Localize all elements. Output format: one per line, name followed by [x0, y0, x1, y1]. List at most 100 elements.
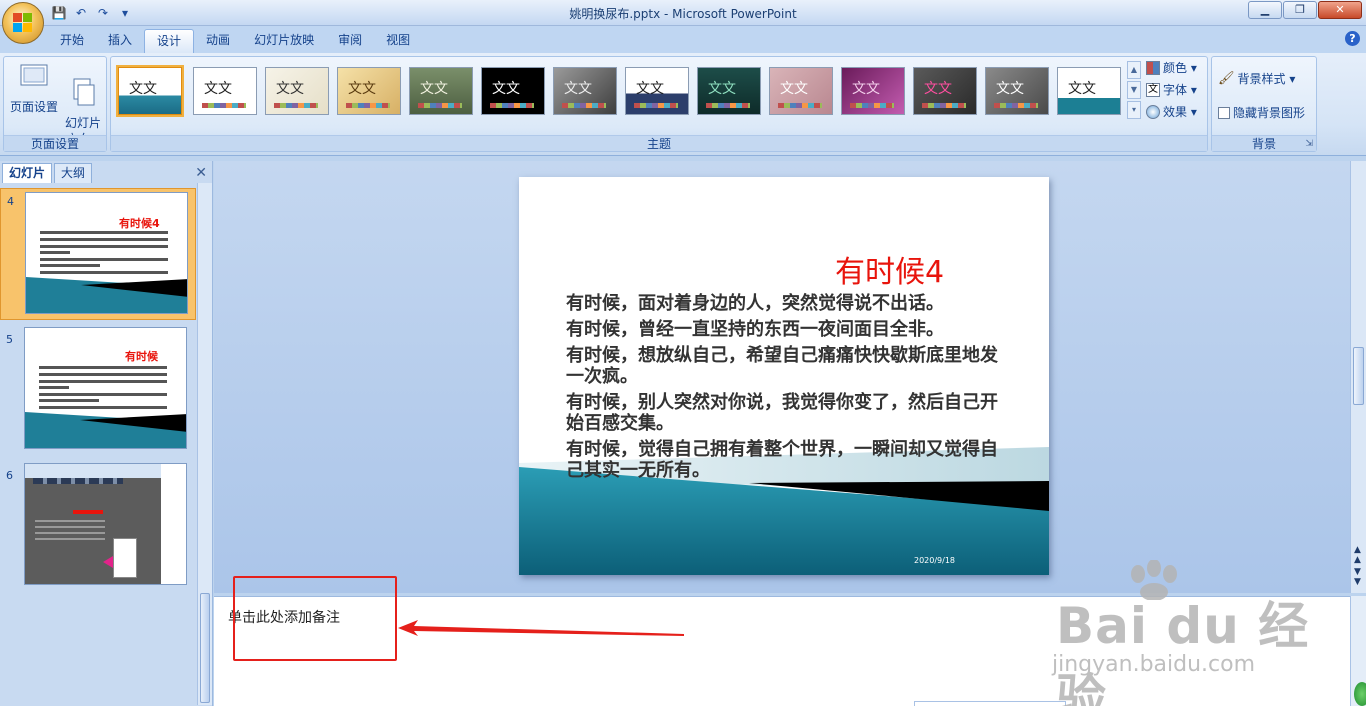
prev-slide-icon[interactable]: ▲ [1354, 545, 1361, 555]
tab-review[interactable]: 审阅 [326, 29, 374, 53]
theme-color-bar [634, 103, 678, 108]
theme-tile-text: 文文 [852, 81, 880, 97]
page-setup-button[interactable]: 页面设置 [8, 61, 60, 115]
current-slide[interactable]: 有时候4 有时候，面对着身边的人，突然觉得说不出话。 有时候，曾经一直坚持的东西… [519, 177, 1049, 575]
theme-tile-13[interactable]: 文文 [985, 67, 1049, 115]
theme-color-bar [922, 103, 966, 108]
slide-thumbnail-preview: 有时候 [24, 327, 187, 449]
theme-tile-3[interactable]: 文文 [265, 67, 329, 115]
slide-bullet: 有时候，别人突然对你说，我觉得你变了，然后自己开始百感交集。 [566, 392, 998, 434]
theme-tile-text: 文文 [924, 81, 952, 97]
theme-effects-button[interactable]: 效果 ▾ [1146, 102, 1197, 122]
slide-thumbnail[interactable]: 6 [0, 463, 196, 595]
tab-view[interactable]: 视图 [374, 29, 422, 53]
tab-slideshow[interactable]: 幻灯片放映 [242, 29, 326, 53]
gallery-up-icon[interactable]: ▲ [1127, 61, 1141, 79]
theme-tile-9[interactable]: 文文 [697, 67, 761, 115]
theme-colors-button[interactable]: 颜色 ▾ [1146, 58, 1197, 78]
effects-icon [1146, 105, 1160, 119]
thumbnail-wave [25, 412, 186, 448]
group-themes: 文文 文文 文文 文文 文文 文文 文文 文文 文文 文文 文文 文文 文文 文… [110, 56, 1208, 152]
gallery-down-icon[interactable]: ▼ [1127, 81, 1141, 99]
tab-slides[interactable]: 幻灯片 [2, 163, 53, 183]
slide-orientation-icon [73, 78, 95, 106]
group-background: 🖌 背景样式 ▾ 隐藏背景图形 背景 ⇲ [1211, 56, 1317, 152]
hide-background-graphics-checkbox[interactable]: 隐藏背景图形 [1218, 103, 1305, 123]
theme-color-bar [346, 103, 390, 108]
theme-tile-text: 文文 [129, 81, 157, 97]
notes-bottom-tab [914, 701, 1066, 706]
group-label-page-setup: 页面设置 [4, 135, 106, 151]
panel-tabs: 幻灯片 大纲 ✕ [0, 163, 213, 183]
group-page-setup: 页面设置 幻灯片 方向 ▾ 页面设置 [3, 56, 107, 152]
tab-home[interactable]: 开始 [48, 29, 96, 53]
theme-tile-5[interactable]: 文文 [409, 67, 473, 115]
help-icon[interactable]: ? [1345, 31, 1360, 46]
scroll-thumb[interactable] [200, 593, 210, 703]
window-controls: ▁ ❐ ✕ [1247, 1, 1362, 19]
slide-thumbnail-preview [24, 463, 187, 585]
theme-tile-2[interactable]: 文文 [193, 67, 257, 115]
slide-number: 4 [7, 195, 14, 208]
slide-bullet: 有时候，觉得自己拥有着整个世界，一瞬间却又觉得自己其实一无所有。 [566, 439, 998, 481]
slide-number: 6 [6, 469, 13, 482]
group-label-themes: 主题 [111, 135, 1207, 151]
notes-scrollbar[interactable] [1350, 596, 1366, 706]
theme-tile-text: 文文 [996, 81, 1024, 97]
thumbnail-ribbon [25, 464, 161, 478]
slide-thumbnail[interactable]: 4 有时候4 [0, 188, 196, 320]
thumbnail-gallery [33, 478, 123, 484]
hide-background-graphics-label: 隐藏背景图形 [1233, 106, 1306, 120]
next-slide-icon[interactable]: ▼ [1354, 567, 1361, 577]
gallery-more-icon[interactable]: ▾ [1127, 101, 1141, 119]
theme-color-bar [274, 103, 318, 108]
slides-panel-scrollbar[interactable] [197, 183, 212, 705]
theme-tile-text: 文文 [636, 81, 664, 97]
ribbon: 页面设置 幻灯片 方向 ▾ 页面设置 文文 文文 文文 文文 文文 [0, 53, 1366, 156]
slide-body-text[interactable]: 有时候，面对着身边的人，突然觉得说不出话。 有时候，曾经一直坚持的东西一夜间面目… [566, 293, 1006, 486]
theme-tile-10[interactable]: 文文 [769, 67, 833, 115]
slide-vertical-scrollbar[interactable]: ▲ ▲ ▼ ▼ [1350, 161, 1366, 593]
scroll-thumb[interactable] [1353, 347, 1364, 405]
fonts-label: 字体 ▾ [1163, 83, 1197, 97]
theme-tile-office[interactable]: 文文 [116, 65, 184, 117]
theme-tile-8[interactable]: 文文 [625, 67, 689, 115]
page-setup-label: 页面设置 [9, 100, 58, 114]
theme-tile-14[interactable]: 文文 [1057, 67, 1121, 115]
slide-thumbnail-preview: 有时候4 [25, 192, 188, 314]
tab-insert[interactable]: 插入 [96, 29, 144, 53]
close-icon[interactable]: ✕ [195, 165, 207, 181]
theme-fonts-button[interactable]: 文 字体 ▾ [1146, 80, 1197, 100]
theme-tile-11[interactable]: 文文 [841, 67, 905, 115]
maximize-button[interactable]: ❐ [1283, 1, 1317, 19]
theme-tile-4[interactable]: 文文 [337, 67, 401, 115]
prev-slide-icon-2[interactable]: ▲ [1354, 555, 1361, 565]
title-bar: 💾 ↶ ↷ ▾ 姚明换尿布.pptx - Microsoft PowerPoin… [0, 0, 1366, 26]
background-styles-button[interactable]: 🖌 背景样式 ▾ [1218, 69, 1295, 89]
office-button[interactable] [2, 2, 44, 44]
tab-animations[interactable]: 动画 [194, 29, 242, 53]
theme-tile-6[interactable]: 文文 [481, 67, 545, 115]
theme-tile-text: 文文 [420, 81, 448, 97]
tab-design[interactable]: 设计 [144, 29, 195, 53]
theme-color-bar [850, 103, 894, 108]
theme-tile-text: 文文 [564, 81, 592, 97]
minimize-button[interactable]: ▁ [1248, 1, 1282, 19]
theme-tile-12[interactable]: 文文 [913, 67, 977, 115]
theme-tile-7[interactable]: 文文 [553, 67, 617, 115]
dialog-launcher-icon[interactable]: ⇲ [1305, 139, 1313, 149]
status-badge-icon [1354, 682, 1366, 706]
tab-outline[interactable]: 大纲 [54, 163, 93, 183]
thumbnail-title: 有时候4 [119, 217, 160, 230]
slide-title[interactable]: 有时候4 [835, 247, 944, 291]
thumbnail-red-title [73, 510, 103, 514]
theme-tile-text: 文文 [708, 81, 736, 97]
theme-color-bar [994, 103, 1038, 108]
annotation-arrow-icon [398, 620, 684, 636]
theme-tile-text: 文文 [204, 81, 232, 97]
theme-color-bar [490, 103, 534, 108]
close-button[interactable]: ✕ [1318, 1, 1362, 19]
slide-bullet: 有时候，面对着身边的人，突然觉得说不出话。 [566, 293, 944, 314]
slide-thumbnail[interactable]: 5 有时候 [0, 327, 196, 459]
next-slide-icon-2[interactable]: ▼ [1354, 577, 1361, 587]
